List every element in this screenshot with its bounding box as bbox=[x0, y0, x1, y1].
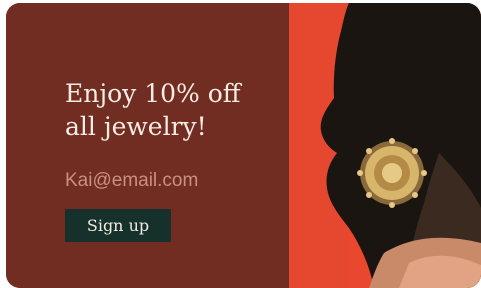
model-portrait-image bbox=[289, 3, 481, 288]
headline-line-2: all jewelry! bbox=[65, 112, 207, 141]
promo-card: Enjoy 10% off all jewelry! Sign up bbox=[6, 3, 481, 288]
sign-up-button[interactable]: Sign up bbox=[65, 209, 171, 242]
email-field[interactable] bbox=[65, 167, 265, 195]
promo-panel: Enjoy 10% off all jewelry! Sign up bbox=[6, 3, 289, 288]
headline-line-1: Enjoy 10% off bbox=[65, 79, 241, 108]
promo-headline: Enjoy 10% off all jewelry! bbox=[65, 77, 241, 143]
